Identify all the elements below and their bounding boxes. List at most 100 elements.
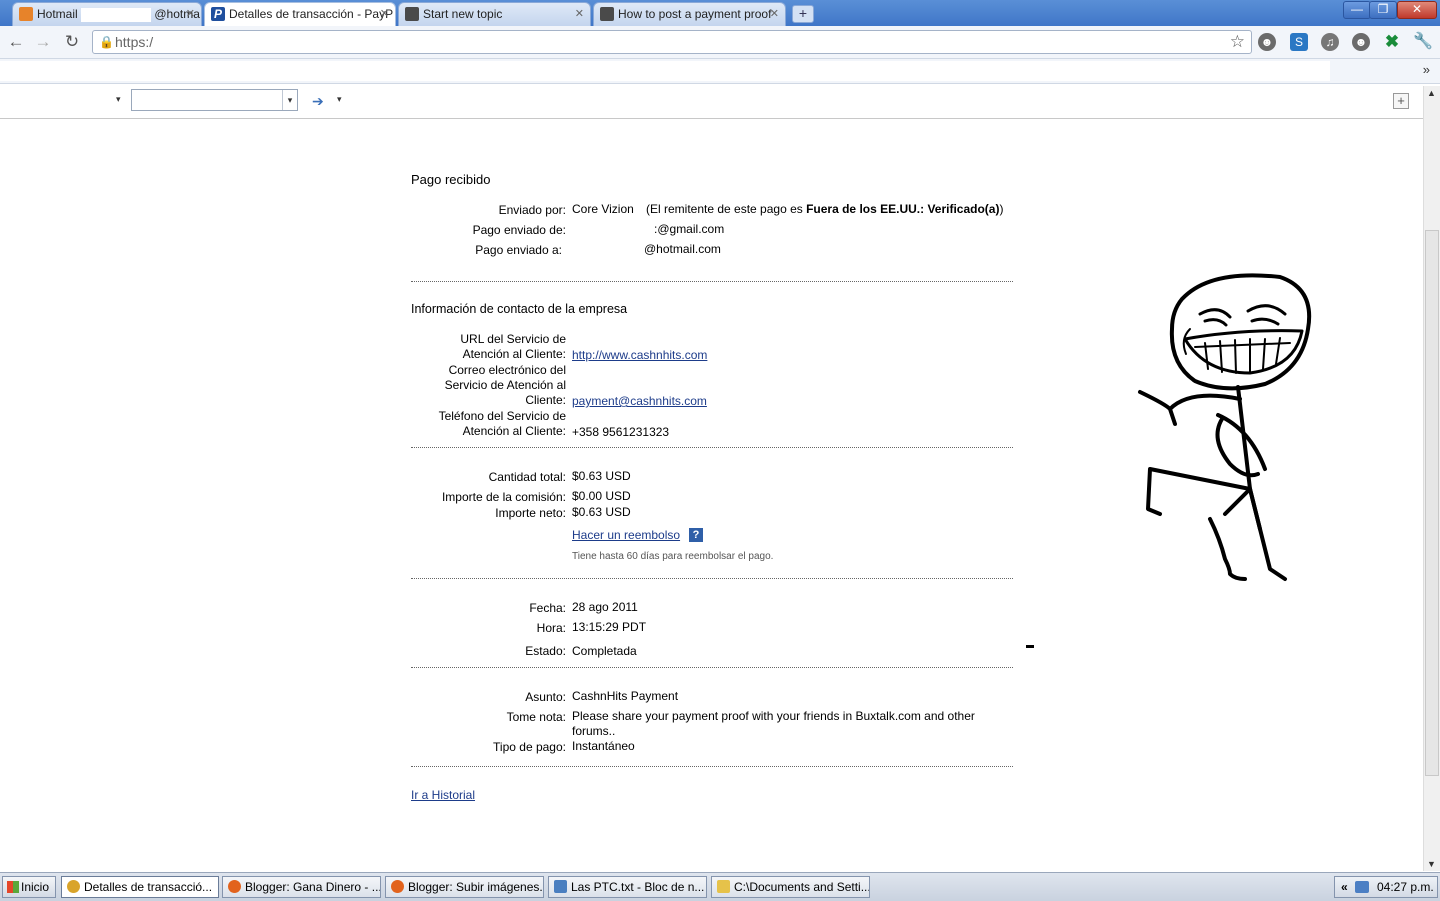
tab-hotmail[interactable]: Hotmail @hotma ✕	[12, 2, 202, 26]
taskbar-item-chrome[interactable]: Detalles de transacció...	[61, 876, 219, 898]
date-value: 28 ago 2011	[572, 600, 638, 614]
browser-toolbar: ← → ↻ 🔒 https:/ ☆	[0, 26, 1440, 59]
close-tab-icon[interactable]: ✕	[380, 3, 389, 25]
go-arrow-icon[interactable]: ➔	[312, 93, 324, 110]
forum-favicon-icon	[600, 7, 614, 21]
tab-paypal-transaction[interactable]: P Detalles de transacción - PayP ✕	[204, 2, 396, 26]
firefox-icon	[228, 880, 241, 893]
taskbar-item-firefox[interactable]: Blogger: Gana Dinero - ...	[222, 876, 381, 898]
firefox-icon	[391, 880, 404, 893]
wrench-icon[interactable]: 🔧	[1413, 33, 1433, 51]
help-icon[interactable]: ?	[689, 528, 703, 542]
time-value: 13:15:29 PDT	[572, 620, 647, 634]
sent-to-label: Pago enviado a:	[475, 243, 562, 257]
extension-icon[interactable]: ☻	[1258, 33, 1276, 51]
fee-value: $0.00 USD	[572, 489, 631, 503]
note-prefix: (El remitente de este pago es	[646, 202, 807, 216]
payment-type-label: Tipo de pago:	[493, 740, 566, 754]
redacted-block	[81, 7, 152, 22]
paypal-favicon-icon: P	[211, 7, 225, 21]
page-title: Pago recibido	[411, 172, 491, 187]
sent-by-label: Enviado por:	[498, 203, 566, 217]
tab-title: How to post a payment proof	[618, 7, 772, 21]
taskbar-item-label: Blogger: Gana Dinero - ...	[245, 880, 381, 894]
subject-value: CashnHits Payment	[572, 689, 679, 703]
minimize-button[interactable]: —	[1343, 1, 1371, 19]
fee-label: Importe de la comisión:	[441, 490, 566, 504]
trollface-stick-figure-image	[1138, 273, 1312, 581]
divider	[411, 281, 1013, 282]
tab-payment-proof[interactable]: How to post a payment proof ✕	[593, 2, 786, 26]
bookmarks-overflow-button[interactable]: »	[1423, 62, 1430, 77]
back-icon[interactable]: ←	[5, 32, 27, 52]
support-phone-value: +358 9561231323	[572, 425, 670, 439]
note-label: Tome nota:	[506, 710, 566, 724]
taskbar-item-label: C:\Documents and Setti...	[734, 880, 870, 894]
tab-title: Hotmail	[37, 7, 78, 21]
total-amount-value: $0.63 USD	[572, 469, 631, 483]
history-link[interactable]: Ir a Historial	[411, 788, 475, 802]
add-button[interactable]: +	[1393, 93, 1409, 109]
lock-icon: 🔒	[99, 35, 114, 49]
payment-type-value: Instantáneo	[572, 739, 635, 753]
system-tray: « 04:27 p.m.	[1334, 876, 1438, 898]
hotmail-favicon-icon	[19, 7, 33, 21]
reload-icon[interactable]: ↻	[61, 32, 83, 52]
close-tab-icon[interactable]: ✕	[770, 3, 779, 25]
taskbar-item-firefox[interactable]: Blogger: Subir imágenes...	[385, 876, 544, 898]
status-label: Estado:	[525, 644, 566, 658]
redacted-bookmarks	[0, 61, 1330, 81]
scroll-down-icon[interactable]: ▼	[1427, 859, 1436, 869]
url-text: https:/	[115, 34, 154, 50]
close-window-button[interactable]: ✕	[1397, 1, 1437, 19]
support-url-link[interactable]: http://www.cashnhits.com	[572, 348, 707, 362]
sent-by-value: Core Vizion	[572, 202, 634, 216]
forum-favicon-icon	[405, 7, 419, 21]
clock: 04:27 p.m.	[1377, 880, 1434, 894]
extension-icon[interactable]: S	[1290, 33, 1308, 51]
close-tab-icon[interactable]: ✕	[186, 3, 195, 25]
support-url-label: URL del Servicio de Atención al Cliente:	[460, 332, 566, 361]
forward-icon[interactable]: →	[32, 32, 54, 52]
secondary-toolbar: ▾ ▾ ➔ ▾ +	[0, 84, 1440, 119]
sender-status-note: (El remitente de este pago es Fuera de l…	[646, 202, 1003, 216]
tab-title: Start new topic	[423, 7, 503, 21]
extension-icon[interactable]: ☻	[1352, 33, 1370, 51]
dropdown-arrow-icon[interactable]: ▾	[116, 94, 121, 105]
taskbar-item-explorer[interactable]: C:\Documents and Setti...	[711, 876, 870, 898]
tab-title: Detalles de transacción - PayP	[229, 7, 394, 21]
total-amount-label: Cantidad total:	[488, 470, 566, 484]
tab-start-new-topic[interactable]: Start new topic ✕	[398, 2, 591, 26]
scrollbar-thumb[interactable]	[1425, 230, 1439, 776]
note-suffix: )	[999, 202, 1004, 216]
start-label: Inicio	[21, 880, 50, 894]
time-label: Hora:	[536, 621, 566, 635]
go-dropdown-icon[interactable]: ▾	[337, 94, 342, 105]
support-email-link[interactable]: payment@cashnhits.com	[572, 394, 707, 408]
extension-x-icon[interactable]: ✖	[1383, 33, 1401, 51]
folder-icon	[717, 880, 730, 893]
tray-expand-icon[interactable]: «	[1341, 880, 1348, 894]
divider	[411, 447, 1013, 448]
divider	[411, 667, 1013, 668]
close-tab-icon[interactable]: ✕	[575, 3, 584, 25]
extension-icon[interactable]: ♫	[1321, 33, 1339, 51]
refund-link[interactable]: Hacer un reembolso	[572, 528, 680, 542]
windows-taskbar: Inicio Detalles de transacció... Blogger…	[0, 872, 1440, 901]
address-bar[interactable]: 🔒 https:/ ☆	[92, 30, 1252, 54]
chrome-icon	[67, 880, 80, 893]
sent-from-label: Pago enviado de:	[472, 223, 566, 237]
bookmark-star-icon[interactable]: ☆	[1230, 32, 1245, 52]
scroll-up-icon[interactable]: ▲	[1427, 88, 1436, 98]
toolbar-search-select[interactable]: ▾	[131, 89, 298, 111]
restore-button[interactable]: ❐	[1369, 1, 1397, 19]
taskbar-item-notepad[interactable]: Las PTC.txt - Bloc de n...	[548, 876, 707, 898]
chevron-down-icon[interactable]: ▾	[282, 90, 297, 110]
new-tab-button[interactable]: +	[792, 5, 814, 23]
status-value: Completada	[572, 644, 637, 658]
windows-logo-icon	[7, 881, 19, 893]
page-scrollbar[interactable]: ▲ ▼	[1423, 86, 1440, 871]
network-icon[interactable]	[1355, 881, 1369, 893]
divider	[411, 578, 1013, 579]
start-button[interactable]: Inicio	[2, 876, 56, 898]
